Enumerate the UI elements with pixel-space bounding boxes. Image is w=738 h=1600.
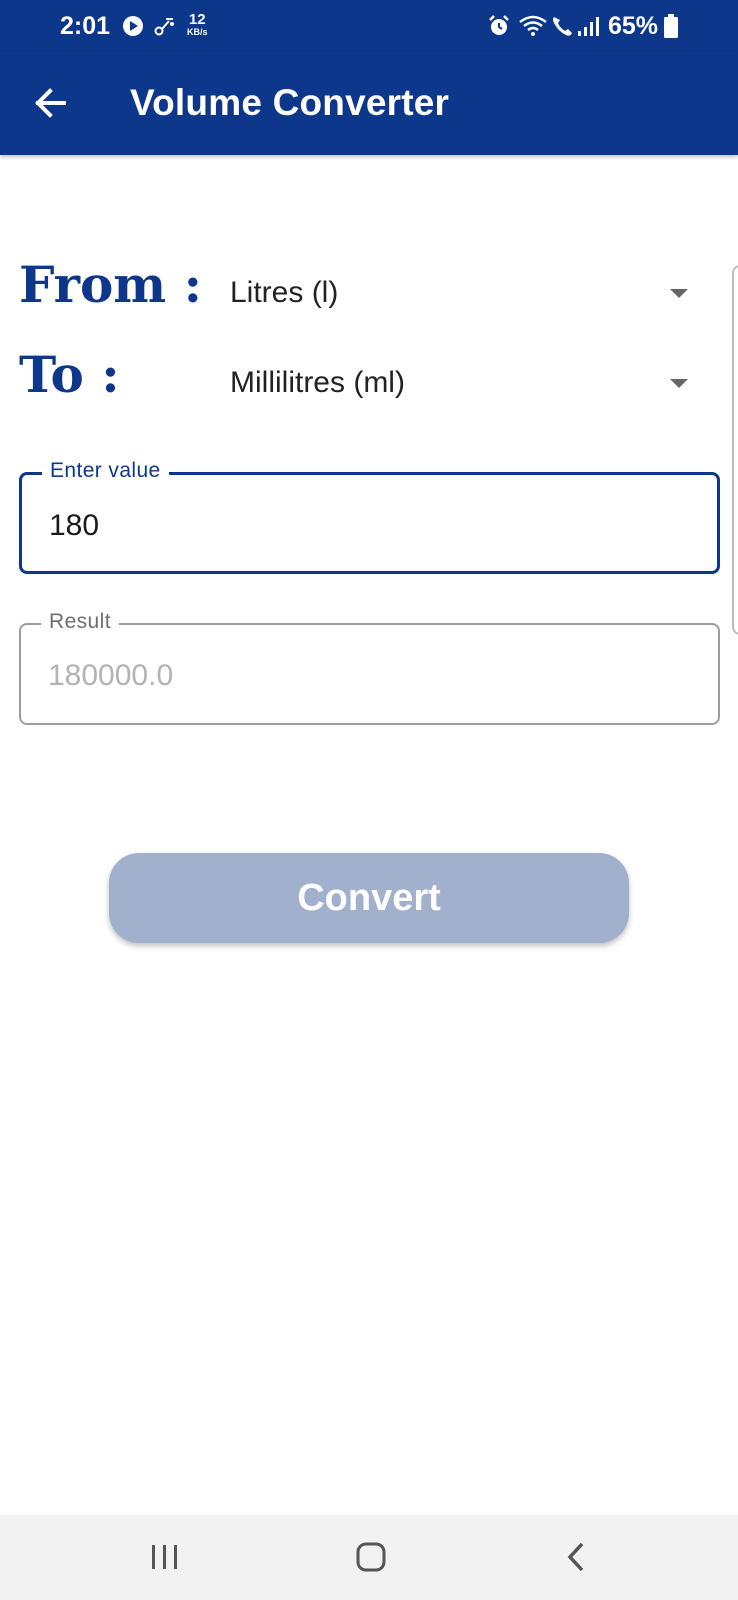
dropdown-arrow-icon (670, 289, 688, 298)
network-speed-value: 12 (188, 11, 206, 28)
network-speed: 12 KB/s (187, 12, 208, 37)
system-nav-bar (0, 1515, 738, 1600)
from-label: From : (19, 255, 203, 314)
volume-converter-screen: 2:01 12 KB/s 65% Volume Converter From:… (0, 0, 738, 1600)
dropdown-arrow-icon (670, 379, 688, 388)
enter-value-input[interactable]: 180 (49, 509, 99, 543)
media-play-icon (123, 16, 143, 36)
to-unit-selected: Millilitres (ml) (230, 366, 405, 399)
side-edge-panel-handle[interactable] (732, 265, 738, 635)
wifi-icon (519, 15, 547, 36)
battery-percent: 65% (608, 12, 659, 40)
from-unit-dropdown[interactable]: Litres (l) (218, 262, 698, 322)
enter-value-field[interactable]: Enter value 180 (19, 459, 720, 574)
back-icon[interactable] (555, 1537, 599, 1577)
page-title: Volume Converter (130, 82, 450, 123)
result-field: Result 180000.0 (19, 610, 720, 725)
to-unit-dropdown[interactable]: Millilitres (ml) (218, 352, 698, 412)
status-time: 2:01 (60, 12, 111, 40)
network-speed-unit: KB/s (187, 27, 208, 37)
from-unit-selected: Litres (l) (230, 276, 339, 309)
signal-icon (578, 17, 599, 36)
alarm-icon (489, 15, 509, 35)
arrow-left-icon[interactable] (30, 82, 72, 124)
app-bar: Volume Converter (0, 52, 738, 155)
battery-icon (664, 14, 678, 38)
wifi-call-icon (553, 17, 572, 36)
to-label: To : (19, 345, 120, 404)
enter-value-label: Enter value (42, 459, 169, 483)
result-value: 180000.0 (48, 659, 174, 692)
convert-button[interactable]: Convert (109, 853, 629, 943)
recent-apps-icon[interactable] (143, 1537, 187, 1577)
home-icon[interactable] (349, 1537, 393, 1577)
link-icon (154, 18, 174, 36)
result-label: Result (41, 610, 119, 634)
status-bar: 2:01 12 KB/s 65% (0, 0, 738, 52)
